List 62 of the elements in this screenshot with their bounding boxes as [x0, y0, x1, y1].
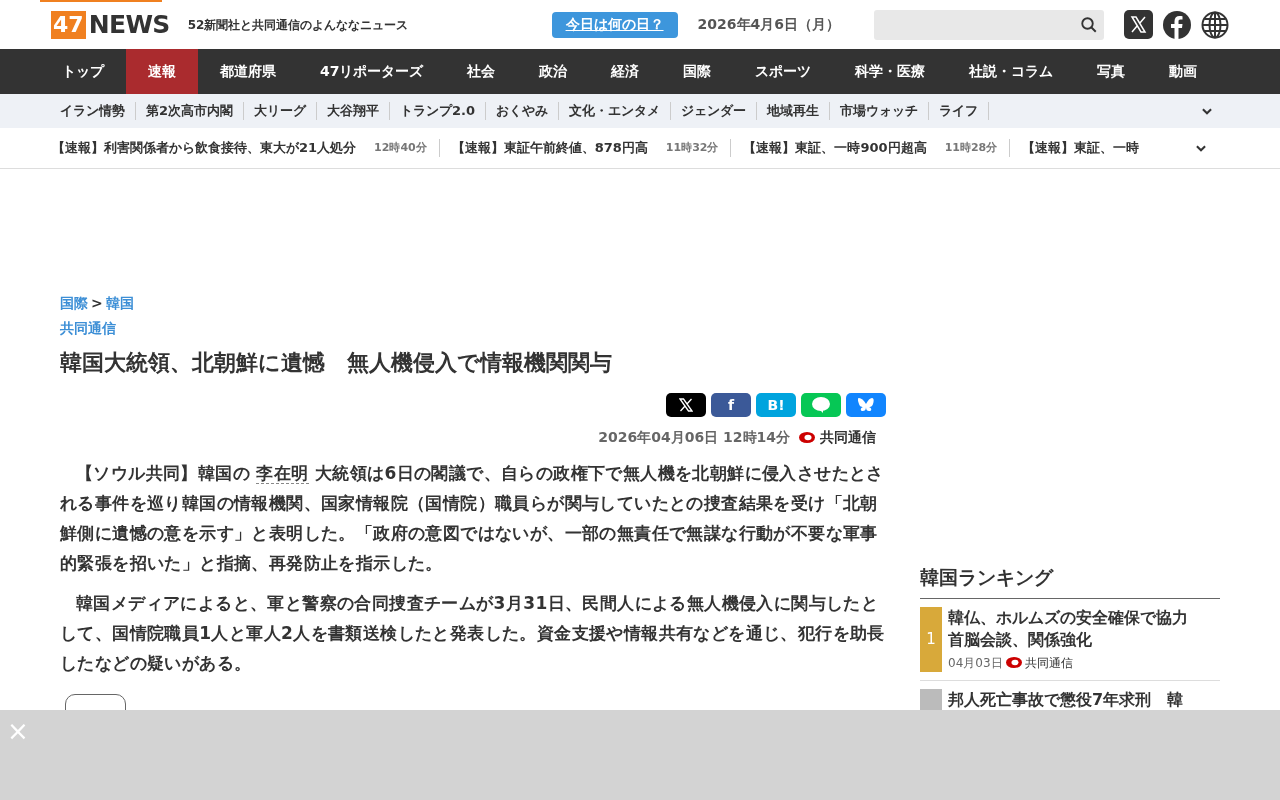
globe-icon[interactable]: [1201, 10, 1229, 39]
article-paragraph: 韓国メディアによると、軍と警察の合同捜査チームが3月31日、民間人による無人機侵入に関与したとして、国情院職員1人と軍人2人を書類送検したと発表した。資金支援や情報共有などを通じ、犯行を助長したなどの疑いがある。: [60, 592, 886, 675]
tagline: 52新聞社と共同通信のよんななニュース: [187, 16, 409, 34]
rank-badge: [920, 688, 942, 711]
source-name: 共同通信: [1024, 654, 1073, 672]
nav-tab[interactable]: 写真: [1075, 49, 1148, 94]
ranking-headline[interactable]: 韓仏、ホルムズの安全確保で協力: [948, 606, 1204, 629]
nav-tab[interactable]: 政治: [517, 49, 590, 94]
nav-tab[interactable]: 都道府県: [198, 49, 298, 94]
speech-bubble-icon: [812, 397, 830, 413]
sub-nav-link[interactable]: 文化・エンタメ: [559, 101, 671, 121]
ticker-headline[interactable]: 【速報】東証、一時: [1022, 138, 1140, 158]
publish-datetime: 2026年04月06日 12時14分: [598, 428, 790, 447]
sub-nav-link[interactable]: 地域再生: [757, 101, 830, 121]
ranking-date: 04月03日: [948, 654, 1003, 672]
ranking-headline[interactable]: 邦人死亡事故で懲役7年求刑 韓: [948, 688, 1204, 711]
person-link[interactable]: 李在明: [256, 463, 309, 484]
sub-nav-link[interactable]: 市場ウォッチ: [830, 101, 929, 121]
ranking-headline[interactable]: 首脳会談、関係強化: [948, 628, 1204, 651]
sub-nav-link[interactable]: イラン情勢: [50, 101, 135, 121]
nav-tab[interactable]: 47リポーターズ: [298, 49, 446, 94]
sub-nav-link[interactable]: おくやみ: [486, 101, 559, 121]
nav-tab[interactable]: 国際: [661, 49, 734, 94]
search-icon[interactable]: [1080, 15, 1098, 34]
sub-nav-link[interactable]: 大リーグ: [244, 101, 317, 121]
ticker-time: 11時32分: [665, 139, 719, 156]
ranking-title: 韓国ランキング: [920, 563, 1220, 599]
nav-tab[interactable]: 科学・医療: [833, 49, 948, 94]
article-title: 韓国大統領、北朝鮮に遺憾 無人機侵入で情報機関関与: [60, 349, 613, 377]
share-button[interactable]: [666, 393, 706, 417]
ticker-headline[interactable]: 【速報】利害関係者から飲食接待、東大が21人処分: [52, 138, 357, 158]
sub-nav-link[interactable]: ライフ: [929, 101, 989, 121]
sub-nav-link[interactable]: 第2次高市内閣: [136, 101, 244, 121]
source-name: 共同通信: [820, 428, 876, 447]
breadcrumb-separator: >: [91, 294, 103, 313]
search-field[interactable]: [874, 9, 1104, 40]
ticker-time: 11時28分: [944, 139, 998, 156]
rank-badge: 1: [920, 606, 942, 672]
ticker-time: 12時40分: [374, 139, 427, 156]
sub-nav-link[interactable]: トランプ2.0: [390, 101, 486, 121]
share-button[interactable]: f: [711, 393, 751, 417]
article-paragraph: 【ソウル共同】韓国の 李在明 大統領は6日の閣議で、自らの政権下で無人機を北朝鮮に侵入させたとされる事件を巡り韓国の情報機関、国家情報院（国情院）職員らが関与していたとの捜査結果を受け「北朝鮮側に遺憾の意を示す」と表明した。「政府の意図ではないが、一部の無責任で無謀な行動が不要な軍事的緊張を招いた」と指摘、再発防止を指示した。: [60, 462, 885, 575]
sub-nav-link[interactable]: ジェンダー: [671, 101, 757, 121]
site-logo[interactable]: 47 NEWS: [51, 10, 170, 39]
facebook-icon[interactable]: [1163, 10, 1191, 39]
x-icon: [679, 398, 693, 412]
nav-tab[interactable]: 動画: [1147, 49, 1220, 94]
breadcrumb-link[interactable]: 国際: [60, 293, 88, 314]
date-text: 2026年4月6日（月）: [697, 15, 840, 34]
x-icon[interactable]: [1124, 10, 1153, 39]
nav-tab[interactable]: トップ: [40, 49, 126, 94]
sub-nav-link[interactable]: 大谷翔平: [317, 101, 390, 121]
nav-tab[interactable]: 社説・コラム: [947, 49, 1076, 94]
eye-logo-icon: [1005, 657, 1022, 668]
nav-tab[interactable]: スポーツ: [733, 49, 834, 94]
nav-tab[interactable]: 経済: [589, 49, 662, 94]
eye-logo-icon: [799, 432, 815, 443]
nav-tab[interactable]: 社会: [445, 49, 518, 94]
ticker-headline[interactable]: 【速報】東証午前終値、878円高: [451, 138, 648, 158]
ticker-headline[interactable]: 【速報】東証、一時900円超高: [743, 138, 927, 158]
butterfly-icon: [858, 398, 874, 412]
nav-tab[interactable]: 速報: [126, 49, 198, 94]
